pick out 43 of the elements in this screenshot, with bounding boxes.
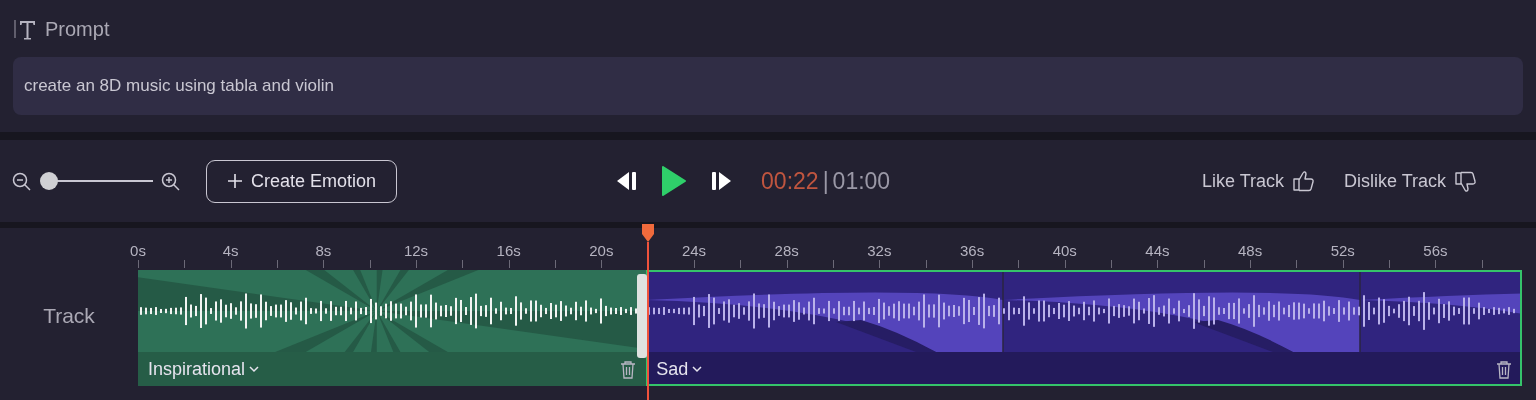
play-button[interactable]	[661, 165, 688, 197]
playhead-handle[interactable]	[641, 224, 656, 242]
clip-segment[interactable]: Sad	[646, 270, 1522, 386]
tick-label: 44s	[1145, 241, 1170, 261]
thumbs-down-icon	[1454, 169, 1478, 193]
tick-label: 24s	[681, 241, 707, 261]
create-emotion-button[interactable]: Create Emotion	[206, 159, 398, 203]
plus-icon	[227, 173, 243, 189]
total-time: 01:00	[832, 166, 891, 196]
tick-label: 8s	[315, 241, 332, 261]
prompt-label: Prompt	[45, 17, 110, 42]
current-time: 00:22	[761, 166, 819, 196]
tick-label: 36s	[959, 241, 985, 261]
trash-icon[interactable]	[620, 359, 637, 379]
prompt-field[interactable]: create an 8D music using tabla and violin	[13, 57, 1523, 115]
dislike-button[interactable]: Dislike Track	[1344, 167, 1478, 195]
time-separator: |	[822, 166, 829, 196]
tick-label: 32s	[867, 241, 892, 261]
tick-label: 56s	[1423, 241, 1448, 261]
chevron-down-icon	[249, 365, 260, 373]
tick-label: 52s	[1330, 241, 1355, 261]
emotion-dropdown[interactable]: Sad	[656, 355, 703, 383]
zoom-out-icon[interactable]	[12, 171, 31, 191]
zoom-in-icon[interactable]	[161, 171, 180, 191]
tick-label: 28s	[774, 241, 799, 261]
trim-handle[interactable]	[637, 274, 648, 358]
slider-thumb[interactable]	[39, 172, 58, 190]
play-icon	[661, 165, 688, 197]
like-button[interactable]: Like Track	[1201, 167, 1316, 195]
tick-label: 40s	[1052, 241, 1077, 261]
tick-label: 0s	[130, 241, 146, 261]
track-label: Track	[43, 304, 95, 327]
trash-icon[interactable]	[1496, 359, 1512, 379]
tick-label: 4s	[222, 241, 239, 261]
thumbs-up-icon	[1292, 169, 1316, 193]
clip-segment[interactable]: Inspirational	[138, 270, 647, 386]
tick-label: 48s	[1237, 241, 1263, 261]
tick-label: 20s	[589, 241, 614, 261]
tick-label: 12s	[403, 241, 429, 261]
tick-label: 16s	[496, 241, 521, 261]
chevron-down-icon	[692, 365, 703, 373]
text-icon	[13, 17, 37, 41]
emotion-dropdown[interactable]: Inspirational	[148, 355, 260, 383]
